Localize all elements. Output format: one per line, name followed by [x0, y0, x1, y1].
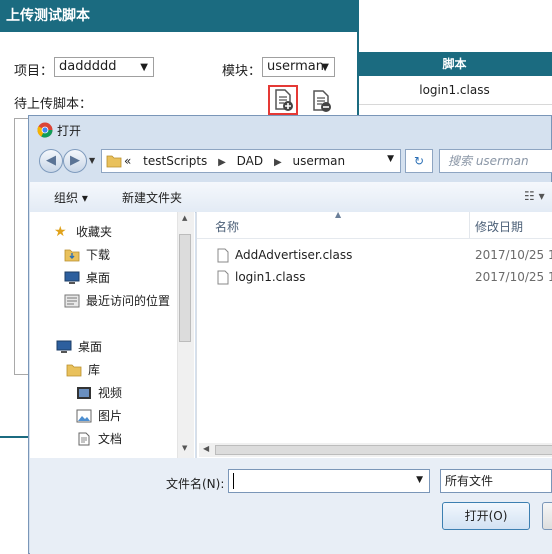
file-date: 2017/10/25 1 — [475, 248, 552, 262]
scroll-left-icon[interactable]: ◀ — [203, 444, 209, 453]
scroll-up-icon[interactable]: ▲ — [182, 214, 187, 222]
column-divider[interactable] — [469, 212, 470, 238]
tree-label: 桌面 — [78, 340, 103, 354]
folder-icon — [106, 155, 122, 168]
search-input[interactable]: 搜索 userman — [439, 149, 552, 173]
file-name: login1.class — [235, 270, 306, 284]
remove-file-icon — [313, 90, 331, 112]
file-row[interactable]: AddAdvertiser.class 2017/10/25 1 — [217, 244, 552, 266]
tree-label: 最近访问的位置 — [86, 294, 171, 308]
scroll-down-icon[interactable]: ▼ — [182, 444, 187, 452]
tree-item-videos[interactable]: 视频 — [30, 382, 180, 404]
project-select[interactable]: daddddd ▼ — [54, 57, 154, 77]
tree-item-favorites[interactable]: ★ 收藏夹 — [30, 221, 180, 243]
library-icon — [66, 364, 82, 377]
organize-button[interactable]: 组织 ▾ — [54, 189, 88, 206]
breadcrumb-separator-icon[interactable]: ▶ — [267, 152, 289, 174]
breadcrumb-item-dad[interactable]: DAD — [237, 150, 263, 172]
breadcrumb-separator-icon[interactable]: ▶ — [211, 152, 233, 174]
tree-label: 收藏夹 — [76, 225, 113, 239]
chevron-down-icon: ▼ — [140, 62, 148, 73]
script-table-header: 脚本 — [357, 52, 552, 76]
tree-item-pictures[interactable]: 图片 — [30, 405, 180, 427]
refresh-icon: ↻ — [413, 154, 425, 168]
recent-locations-dropdown[interactable]: ▼ — [89, 156, 95, 165]
arrow-left-icon: ◀ — [46, 153, 56, 168]
file-date: 2017/10/25 1 — [475, 270, 552, 284]
tree-item-desktop[interactable]: 桌面 — [30, 336, 180, 358]
filetype-select[interactable]: 所有文件 — [440, 469, 552, 493]
file-list-scroll-thumb[interactable] — [215, 445, 552, 455]
add-script-button[interactable] — [268, 85, 298, 115]
chrome-icon — [37, 122, 53, 138]
tree-label: 视频 — [98, 386, 123, 400]
dialog-title: 打开 — [57, 124, 82, 138]
address-bar[interactable]: « testScripts ▶ DAD ▶ userman ▼ — [101, 149, 401, 173]
upload-dialog-title: 上传测试脚本 — [0, 0, 357, 32]
desktop-icon — [64, 271, 80, 284]
file-list-pane: ▲ 名称 修改日期 AddAdvertiser.class 2017/10/25… — [196, 210, 552, 458]
remove-script-button[interactable] — [308, 88, 334, 114]
tree-label: 文档 — [98, 432, 123, 446]
arrow-right-icon: ▶ — [70, 153, 80, 168]
breadcrumb-item-userman[interactable]: userman — [292, 150, 345, 172]
dialog-toolbar: 组织 ▾ 新建文件夹 ☷ ▾ — [30, 182, 552, 213]
breadcrumb-item-testscripts[interactable]: testScripts — [135, 150, 207, 172]
column-name[interactable]: 名称 — [215, 218, 239, 235]
navigation-pane-scroll-thumb[interactable] — [179, 234, 191, 342]
dialog-footer: 文件名(N): ▼ 所有文件 打开(O) — [30, 458, 552, 554]
tree-label: 图片 — [98, 409, 123, 423]
file-icon — [217, 248, 229, 263]
file-list-header: ▲ 名称 修改日期 — [197, 210, 552, 239]
chevron-down-icon: ▼ — [321, 62, 329, 73]
tree-label: 下载 — [86, 248, 111, 262]
chevron-down-icon[interactable]: ▼ — [416, 475, 423, 485]
sort-ascending-icon: ▲ — [335, 210, 342, 219]
view-options-icon[interactable]: ☷ ▾ — [524, 189, 545, 203]
tree-item-downloads[interactable]: 下载 — [30, 244, 180, 266]
script-table-row[interactable]: login1.class — [357, 76, 552, 105]
dialog-titlebar[interactable]: 打开 — [29, 116, 552, 144]
forward-button[interactable]: ▶ — [63, 149, 87, 173]
refresh-button[interactable]: ↻ — [405, 149, 433, 173]
project-select-value: daddddd — [59, 59, 117, 74]
video-icon — [77, 387, 91, 399]
address-dropdown-icon[interactable]: ▼ — [387, 154, 394, 164]
file-open-dialog: 打开 ◀ ▶ ▼ « testScripts ▶ DAD ▶ userman ▼ — [28, 115, 552, 554]
column-date-modified[interactable]: 修改日期 — [475, 218, 523, 235]
filename-label: 文件名(N): — [166, 477, 225, 491]
file-name: AddAdvertiser.class — [235, 248, 353, 262]
back-button[interactable]: ◀ — [39, 149, 63, 173]
pending-scripts-label: 待上传脚本： — [14, 97, 93, 112]
desktop-icon — [56, 340, 72, 353]
tree-item-documents[interactable]: 文档 — [30, 428, 180, 450]
breadcrumb: « testScripts ▶ DAD ▶ userman — [124, 150, 345, 174]
filename-input[interactable]: ▼ — [228, 469, 430, 493]
text-cursor — [233, 473, 234, 489]
tree-label: 库 — [88, 363, 101, 377]
module-label: 模块： — [222, 64, 262, 79]
cancel-button[interactable] — [542, 502, 552, 530]
tree-label: 桌面 — [86, 271, 111, 285]
star-icon: ★ — [54, 224, 67, 240]
add-file-icon — [275, 89, 293, 111]
tree-item-desktop-favorite[interactable]: 桌面 — [30, 267, 180, 289]
picture-icon — [76, 409, 92, 423]
script-table: 脚本 login1.class — [357, 52, 552, 112]
new-folder-button[interactable]: 新建文件夹 — [122, 189, 182, 206]
module-select-value: userman — [267, 59, 324, 74]
module-select[interactable]: userman ▼ — [262, 57, 335, 77]
tree-item-library[interactable]: 库 — [30, 359, 180, 381]
document-icon — [78, 432, 90, 446]
open-button[interactable]: 打开(O) — [442, 502, 530, 530]
file-row[interactable]: login1.class 2017/10/25 1 — [217, 266, 552, 288]
breadcrumb-overflow[interactable]: « — [124, 150, 131, 172]
navigation-bar: ◀ ▶ ▼ « testScripts ▶ DAD ▶ userman ▼ ↻ … — [35, 148, 552, 174]
tree-item-recent-places[interactable]: 最近访问的位置 — [30, 290, 180, 312]
downloads-folder-icon — [64, 249, 80, 262]
project-label: 项目： — [14, 64, 54, 79]
recent-places-icon — [64, 294, 80, 308]
navigation-pane: ★ 收藏夹 下载 桌面 最近访问的位置 桌面 库 视频 图片 文档 — [30, 212, 195, 458]
file-icon — [217, 270, 229, 285]
